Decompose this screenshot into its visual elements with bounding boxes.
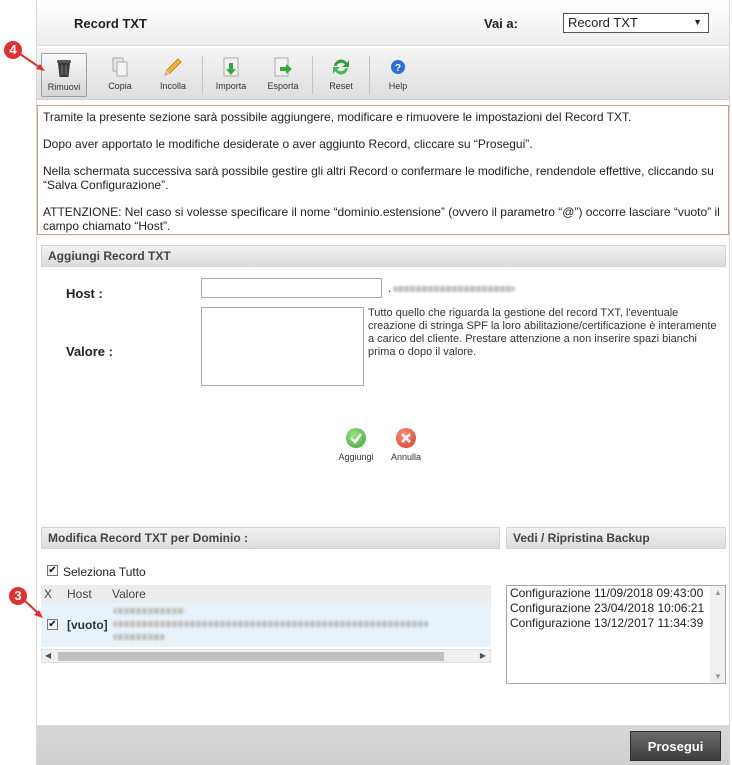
proceed-button[interactable]: Prosegui: [630, 731, 721, 761]
redacted-value: [113, 634, 165, 640]
toolbar: Rimuovi Copia Incolla Importa Esporta Re…: [37, 48, 729, 100]
value-label: Valore :: [66, 344, 113, 359]
trash-icon: [53, 57, 75, 79]
select-all-label: Seleziona Tutto: [63, 565, 146, 579]
toolbar-separator: [369, 56, 370, 94]
close-icon: [396, 428, 416, 448]
scroll-left-icon[interactable]: ◀: [45, 651, 51, 660]
info-paragraph: Tramite la presente sezione sarà possibi…: [43, 110, 632, 124]
backup-item[interactable]: Configurazione 23/04/2018 10:06:21: [507, 601, 725, 616]
title-bar: Record TXT Vai a: Record TXT ▼: [37, 4, 729, 46]
horizontal-scrollbar[interactable]: ◀ ▶: [41, 649, 491, 663]
import-button-label: Importa: [215, 81, 247, 91]
backup-item[interactable]: Configurazione 13/12/2017 11:34:39: [507, 616, 725, 631]
edit-section-header: Modifica Record TXT per Dominio :: [41, 527, 500, 549]
host-label: Host :: [66, 286, 103, 301]
scroll-right-icon[interactable]: ▶: [480, 651, 486, 660]
toolbar-separator: [312, 56, 313, 94]
toolbar-separator: [202, 56, 203, 94]
redacted-domain: [393, 286, 515, 292]
page-title: Record TXT: [74, 16, 147, 31]
redacted-value: [113, 621, 429, 627]
scrollbar-thumb[interactable]: [58, 652, 444, 661]
cancel-button-label: Annulla: [390, 452, 422, 462]
help-button[interactable]: ? Help: [375, 53, 421, 97]
import-button[interactable]: Importa: [208, 53, 254, 97]
scroll-up-icon[interactable]: ▲: [714, 588, 722, 597]
export-button-label: Esporta: [267, 81, 299, 91]
copy-button[interactable]: Copia: [97, 53, 143, 97]
value-hint: Tutto quello che riguarda la gestione de…: [368, 307, 717, 358]
goto-select[interactable]: Record TXT ▼: [563, 13, 709, 33]
reset-button[interactable]: Reset: [318, 53, 364, 97]
domain-dot: .: [388, 281, 392, 295]
goto-select-value: Record TXT: [568, 15, 638, 30]
value-textarea[interactable]: [201, 307, 364, 386]
arrow-icon: [19, 53, 45, 71]
arrow-icon: [23, 599, 43, 618]
goto-label: Vai a:: [484, 16, 518, 31]
cancel-button[interactable]: Annulla: [382, 428, 430, 462]
row-host: [vuoto]: [67, 618, 108, 632]
copy-icon: [109, 56, 131, 78]
check-icon: [346, 428, 366, 448]
refresh-icon: [330, 56, 352, 78]
pencil-icon: [162, 56, 184, 78]
records-grid-header: X Host Valore: [41, 585, 491, 603]
paste-button-label: Incolla: [159, 81, 186, 91]
vertical-scrollbar[interactable]: ▲ ▼: [710, 586, 725, 683]
copy-button-label: Copia: [108, 81, 132, 91]
select-all-checkbox[interactable]: ✔: [47, 565, 58, 576]
remove-button-label: Rimuovi: [47, 82, 81, 92]
host-input[interactable]: [201, 278, 382, 298]
paste-button[interactable]: Incolla: [150, 53, 196, 97]
backup-item[interactable]: Configurazione 11/09/2018 09:43:00: [507, 586, 725, 601]
help-icon: ?: [387, 56, 409, 78]
svg-text:?: ?: [395, 63, 401, 74]
backup-list[interactable]: Configurazione 11/09/2018 09:43:00 Confi…: [506, 585, 726, 684]
info-warning: ATTENZIONE: Nel caso si volesse specific…: [43, 205, 720, 233]
help-button-label: Help: [388, 81, 408, 91]
add-section-header: Aggiungi Record TXT: [41, 245, 726, 267]
info-paragraph: Dopo aver apportato le modifiche desider…: [43, 137, 533, 151]
add-button[interactable]: Aggiungi: [332, 428, 380, 462]
info-box: Tramite la presente sezione sarà possibi…: [37, 105, 729, 235]
export-button[interactable]: Esporta: [260, 53, 306, 97]
scroll-down-icon[interactable]: ▼: [714, 672, 722, 681]
reset-button-label: Reset: [329, 81, 353, 91]
add-button-label: Aggiungi: [338, 452, 374, 462]
export-icon: [272, 56, 294, 78]
redacted-value: [113, 608, 185, 614]
import-icon: [220, 56, 242, 78]
chevron-down-icon: ▼: [693, 17, 702, 27]
info-paragraph: Nella schermata successiva sarà possibil…: [43, 164, 714, 192]
row-checkbox[interactable]: ✔: [47, 619, 58, 630]
backup-section-header: Vedi / Ripristina Backup: [506, 527, 726, 549]
column-header-host: Host: [67, 587, 92, 601]
table-row[interactable]: ✔ [vuoto]: [41, 603, 491, 647]
column-header-value: Valore: [112, 587, 146, 601]
footer-bar: [37, 725, 729, 765]
